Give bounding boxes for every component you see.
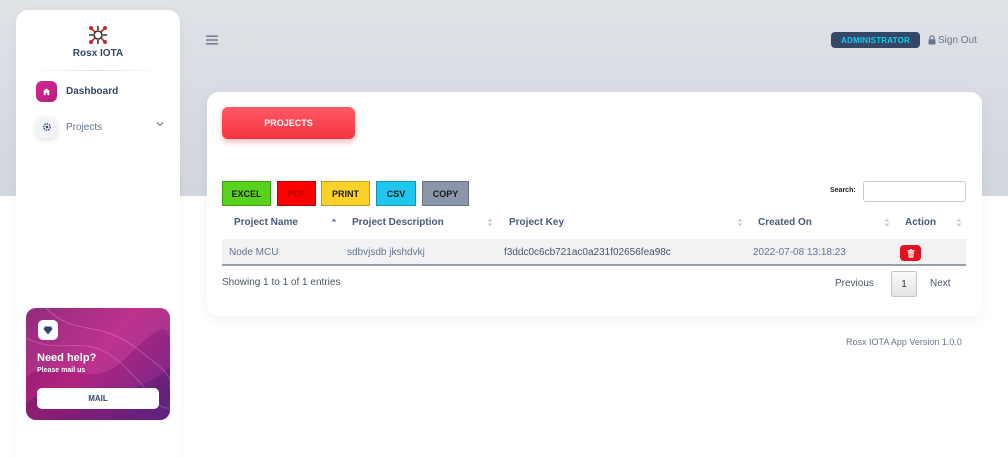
column-header-created-on[interactable]: Created On <box>758 217 812 228</box>
sort-asc-icon[interactable] <box>331 218 337 226</box>
projects-card: PROJECTS EXCEL PDF PRINT CSV COPY Search… <box>207 92 982 316</box>
sidebar: Rosx IOTA Dashboard Projects Need help? … <box>16 10 180 457</box>
sidebar-divider <box>30 70 166 71</box>
copy-button[interactable]: COPY <box>422 181 469 206</box>
delete-button[interactable] <box>900 245 921 261</box>
app-version: Rosx IOTA App Version 1.0.0 <box>846 337 962 347</box>
help-card: Need help? Please mail us MAIL <box>26 308 170 420</box>
mail-button[interactable]: MAIL <box>37 388 159 409</box>
cell-created-on: 2022-07-08 13:18:23 <box>753 247 846 258</box>
csv-button[interactable]: CSV <box>376 181 416 206</box>
print-button[interactable]: PRINT <box>321 181 370 206</box>
sort-icon[interactable] <box>956 218 962 227</box>
sidebar-item-label: Dashboard <box>66 85 119 97</box>
brand-name: Rosx IOTA <box>72 48 124 59</box>
search-label: Search: <box>830 187 856 194</box>
pdf-button[interactable]: PDF <box>277 181 316 206</box>
sort-icon[interactable] <box>884 218 890 227</box>
table-info: Showing 1 to 1 of 1 entries <box>222 277 341 288</box>
lock-icon <box>928 35 936 45</box>
cell-project-key: f3ddc0c6cb721ac0a231f02656fea98c <box>504 247 671 258</box>
trash-icon <box>907 248 914 258</box>
pagination-page-1[interactable]: 1 <box>891 271 917 297</box>
excel-button[interactable]: EXCEL <box>222 181 271 206</box>
brand[interactable]: Rosx IOTA <box>16 24 180 59</box>
sign-out-link[interactable]: Sign Out <box>928 33 977 47</box>
column-header-project-name[interactable]: Project Name <box>234 217 298 228</box>
help-subtitle: Please mail us <box>37 367 86 374</box>
role-badge: ADMINISTRATOR <box>831 32 920 48</box>
column-header-project-key[interactable]: Project Key <box>509 217 564 228</box>
column-header-action[interactable]: Action <box>905 217 936 228</box>
chevron-down-icon <box>156 122 164 127</box>
pagination-next[interactable]: Next <box>930 278 951 289</box>
help-title: Need help? <box>37 352 97 364</box>
sidebar-item-dashboard[interactable]: Dashboard <box>28 76 168 106</box>
pagination-previous[interactable]: Previous <box>835 278 874 289</box>
sort-icon[interactable] <box>737 218 743 227</box>
gear-icon <box>36 116 57 138</box>
hamburger-menu-icon[interactable] <box>206 35 218 45</box>
projects-button[interactable]: PROJECTS <box>222 107 355 139</box>
column-header-project-description[interactable]: Project Description <box>352 217 444 228</box>
cell-project-name: Node MCU <box>229 247 279 258</box>
diamond-icon <box>38 320 58 340</box>
sort-icon[interactable] <box>487 218 493 227</box>
sidebar-item-projects[interactable]: Projects <box>28 112 168 142</box>
home-icon <box>36 80 57 102</box>
sign-out-label: Sign Out <box>938 34 977 46</box>
sidebar-item-label: Projects <box>66 121 103 133</box>
search-input[interactable] <box>863 181 966 202</box>
brand-logo-icon <box>89 26 107 44</box>
cell-project-description: sdbvjsdb jkshdvkj <box>347 247 425 258</box>
